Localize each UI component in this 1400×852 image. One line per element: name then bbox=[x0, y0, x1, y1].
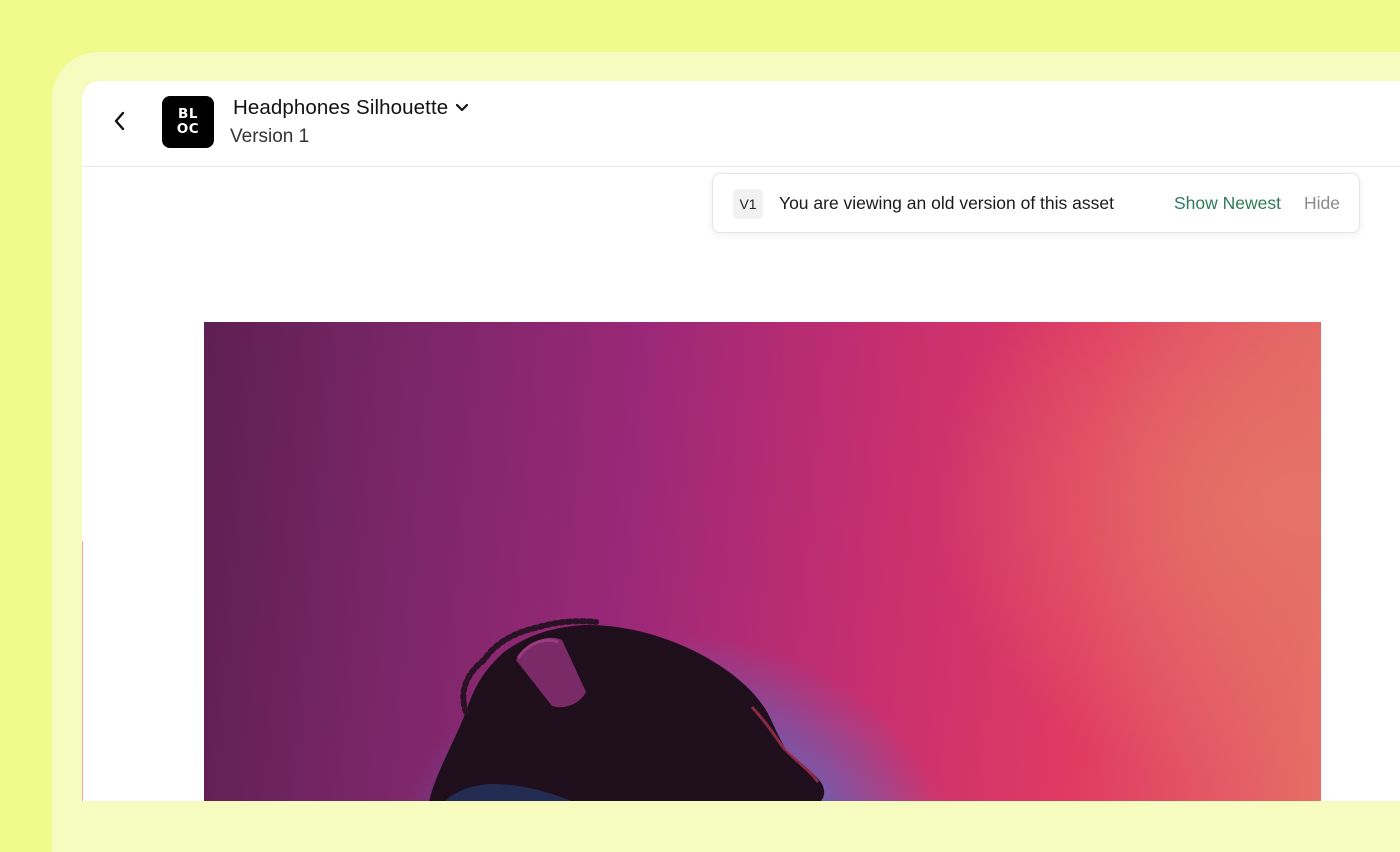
back-button[interactable] bbox=[106, 107, 134, 135]
edge-divider bbox=[82, 541, 83, 801]
workspace-logo: BL OC bbox=[162, 96, 214, 148]
headphones-silhouette-illustration bbox=[429, 618, 825, 801]
asset-title: Headphones Silhouette bbox=[233, 96, 449, 119]
hide-button[interactable]: Hide bbox=[1304, 193, 1340, 214]
asset-image bbox=[204, 322, 1321, 801]
logo-line-1: BL bbox=[178, 106, 198, 122]
asset-title-dropdown[interactable]: Headphones Silhouette bbox=[233, 96, 470, 120]
version-badge: V1 bbox=[733, 189, 763, 219]
logo-line-2: OC bbox=[176, 121, 200, 137]
notice-message: You are viewing an old version of this a… bbox=[779, 193, 1114, 213]
chevron-down-icon bbox=[456, 103, 469, 112]
app-window: BL OC Headphones Silhouette Version 1 V1… bbox=[82, 81, 1400, 801]
show-newest-button[interactable]: Show Newest bbox=[1174, 193, 1281, 214]
version-label: Version 1 bbox=[230, 126, 310, 147]
chevron-left-icon bbox=[114, 111, 125, 131]
asset-header: BL OC Headphones Silhouette Version 1 bbox=[82, 81, 1400, 167]
old-version-notice: V1 You are viewing an old version of thi… bbox=[712, 173, 1360, 233]
